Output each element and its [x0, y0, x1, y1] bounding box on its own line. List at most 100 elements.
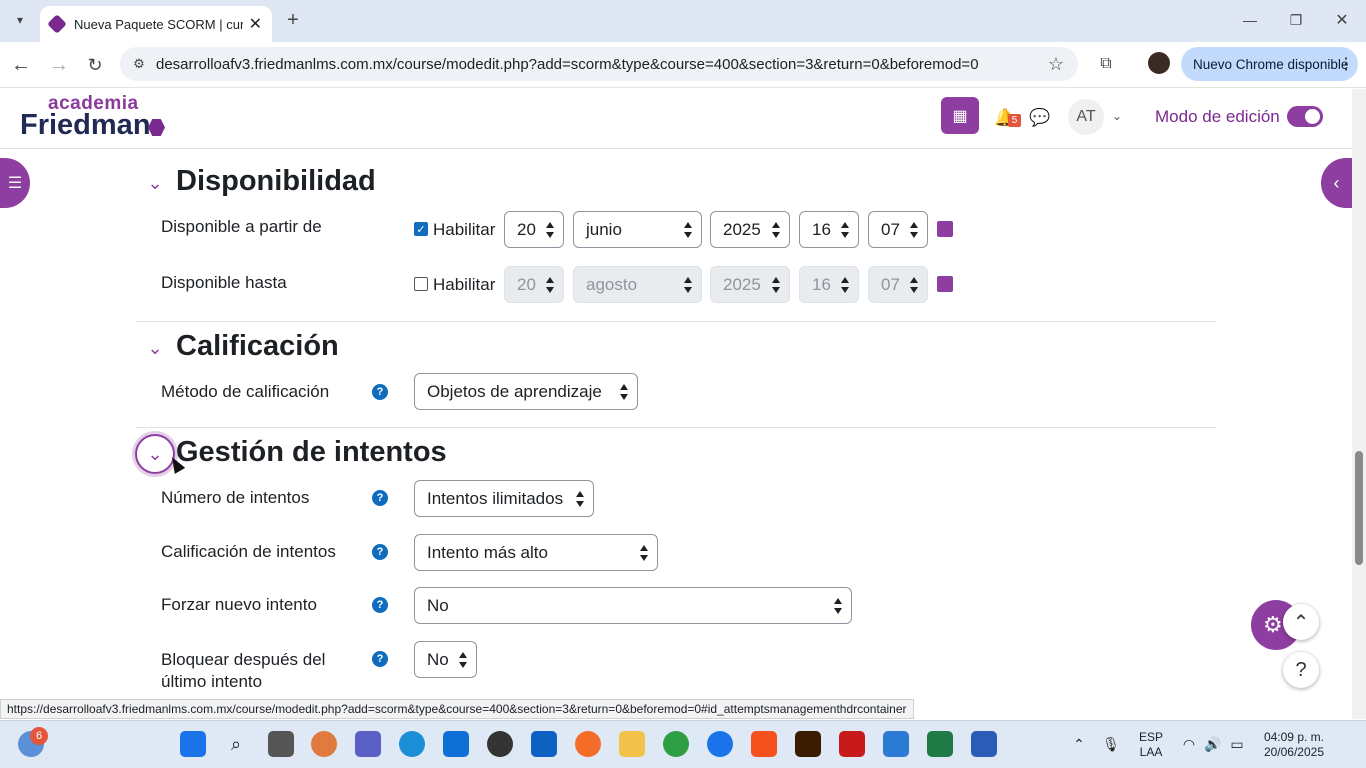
file-explorer-icon[interactable] [619, 731, 645, 757]
apps-grid-button[interactable]: ▦ [941, 97, 979, 134]
logo-bottom-text: Friedman [20, 109, 151, 141]
help-icon[interactable]: ? [372, 490, 388, 506]
extensions-icon[interactable]: ⧉ [1094, 52, 1118, 76]
site-favicon-icon [47, 14, 67, 34]
lock-after-final-select[interactable]: No [414, 641, 477, 678]
wifi-icon[interactable]: ◠ [1176, 731, 1202, 757]
from-day-select[interactable]: 20 [504, 211, 564, 248]
until-enable-label: Habilitar [433, 275, 496, 294]
acrobat-icon[interactable] [839, 731, 865, 757]
chrome-update-button[interactable]: Nuevo Chrome disponible ⋮ [1181, 47, 1358, 81]
maximize-icon[interactable]: ❐ [1284, 8, 1308, 32]
collapse-intentos-button[interactable]: ⌄ [135, 434, 175, 474]
site-info-icon[interactable]: ⚙ [130, 55, 148, 73]
until-minute-value: 07 [881, 274, 900, 294]
select-caret-icon [576, 491, 584, 507]
until-enable-checkbox[interactable] [414, 277, 428, 291]
volume-icon[interactable]: 🔊 [1200, 731, 1226, 757]
system-clock[interactable]: 04:09 p. m. 20/06/2025 [1258, 730, 1324, 760]
scroll-to-top-button[interactable]: ⌃ [1283, 604, 1319, 640]
start-icon[interactable] [180, 731, 206, 757]
from-minute-select[interactable]: 07 [868, 211, 928, 248]
messages-icon[interactable]: 💬 [1029, 107, 1050, 129]
teams-icon[interactable] [355, 731, 381, 757]
help-icon[interactable]: ? [372, 384, 388, 400]
mail-icon[interactable] [531, 731, 557, 757]
chevron-up-icon: ⌃ [1292, 611, 1310, 634]
from-hour-select[interactable]: 16 [799, 211, 859, 248]
help-icon[interactable]: ? [372, 597, 388, 613]
attempts-grading-label: Calificación de intentos [161, 542, 336, 561]
user-menu-chevron-icon[interactable]: ⌄ [1110, 109, 1124, 123]
user-avatar[interactable]: AT [1068, 99, 1104, 135]
forward-icon[interactable]: → [46, 52, 72, 78]
battery-icon[interactable]: ▭ [1224, 731, 1250, 757]
excel-icon[interactable] [927, 731, 953, 757]
word-icon[interactable] [971, 731, 997, 757]
copilot-icon[interactable] [311, 731, 337, 757]
illustrator-icon[interactable] [795, 731, 821, 757]
close-tab-icon[interactable]: ✕ [249, 14, 262, 34]
section-title-intentos: Gestión de intentos [176, 436, 447, 468]
profile-avatar[interactable] [1148, 52, 1170, 74]
address-bar[interactable]: ⚙ desarrolloafv3.friedmanlms.com.mx/cour… [120, 47, 1078, 81]
chrome-icon[interactable] [663, 731, 689, 757]
force-new-attempt-select[interactable]: No [414, 587, 852, 624]
from-month-select[interactable]: junio [573, 211, 702, 248]
select-caret-icon [910, 222, 918, 238]
chrome-menu-icon[interactable]: ⋮ [1338, 54, 1354, 74]
help-icon[interactable]: ? [372, 651, 388, 667]
page-scrollbar[interactable] [1352, 89, 1366, 719]
calendar-icon[interactable] [937, 221, 953, 237]
force-new-attempt-value: No [427, 595, 449, 615]
attempts-number-select[interactable]: Intentos ilimitados [414, 480, 594, 517]
bookmark-star-icon[interactable]: ☆ [1046, 54, 1066, 74]
help-footer-button[interactable]: ? [1283, 652, 1319, 688]
section-title-calificacion: Calificación [176, 330, 339, 362]
until-month-value: agosto [586, 274, 638, 294]
from-enable-checkbox[interactable]: ✓ [414, 222, 428, 236]
calendar-icon[interactable] [937, 276, 953, 292]
scrollbar-thumb[interactable] [1355, 451, 1363, 565]
reload-icon[interactable]: ↻ [82, 52, 108, 78]
microphone-icon[interactable]: 🎙 [1098, 731, 1124, 757]
firefox-icon[interactable] [575, 731, 601, 757]
grade-method-label: Método de calificación [161, 382, 330, 401]
brave-icon[interactable] [751, 731, 777, 757]
edge-icon[interactable] [399, 731, 425, 757]
attempts-grading-select[interactable]: Intento más alto [414, 534, 658, 571]
course-index-drawer-button[interactable]: ☰ [0, 158, 30, 208]
close-window-icon[interactable]: ✕ [1330, 8, 1354, 32]
language-line2: LAA [1139, 745, 1163, 759]
edit-mode-toggle[interactable] [1287, 106, 1323, 127]
browser-tab-active[interactable]: Nueva Paquete SCORM | curso ✕ [40, 6, 272, 42]
notification-count-badge: 5 [1008, 114, 1021, 127]
notepad-icon[interactable] [883, 731, 909, 757]
store-icon[interactable] [443, 731, 469, 757]
back-icon[interactable]: ← [8, 52, 34, 78]
tray-chevron-icon[interactable]: ⌃ [1066, 731, 1092, 757]
section-divider [136, 321, 1216, 322]
task-view-icon[interactable] [268, 731, 294, 757]
dell-icon[interactable] [487, 731, 513, 757]
new-tab-icon[interactable]: + [281, 8, 305, 32]
minimize-icon[interactable]: — [1238, 8, 1262, 32]
chrome-profile-icon[interactable] [707, 731, 733, 757]
block-drawer-button[interactable]: ‹ [1321, 158, 1352, 208]
language-indicator[interactable]: ESP LAA [1137, 730, 1165, 760]
collapse-calificacion-button[interactable]: ⌄ [135, 328, 175, 368]
chevron-down-icon: ⌄ [147, 172, 163, 193]
help-icon[interactable]: ? [372, 544, 388, 560]
until-day-select: 20 [504, 266, 564, 303]
grade-method-select[interactable]: Objetos de aprendizaje [414, 373, 638, 410]
collapse-disponibilidad-button[interactable]: ⌄ [135, 163, 175, 203]
section-title-disponibilidad: Disponibilidad [176, 165, 376, 197]
until-minute-select: 07 [868, 266, 928, 303]
from-hour-value: 16 [812, 219, 831, 239]
search-icon[interactable]: ⌕ [223, 731, 249, 757]
from-year-select[interactable]: 2025 [710, 211, 790, 248]
grade-method-value: Objetos de aprendizaje [427, 381, 602, 401]
select-caret-icon [684, 277, 692, 293]
tab-search-icon[interactable]: ▾ [8, 8, 32, 32]
weather-badge: 6 [30, 727, 48, 745]
